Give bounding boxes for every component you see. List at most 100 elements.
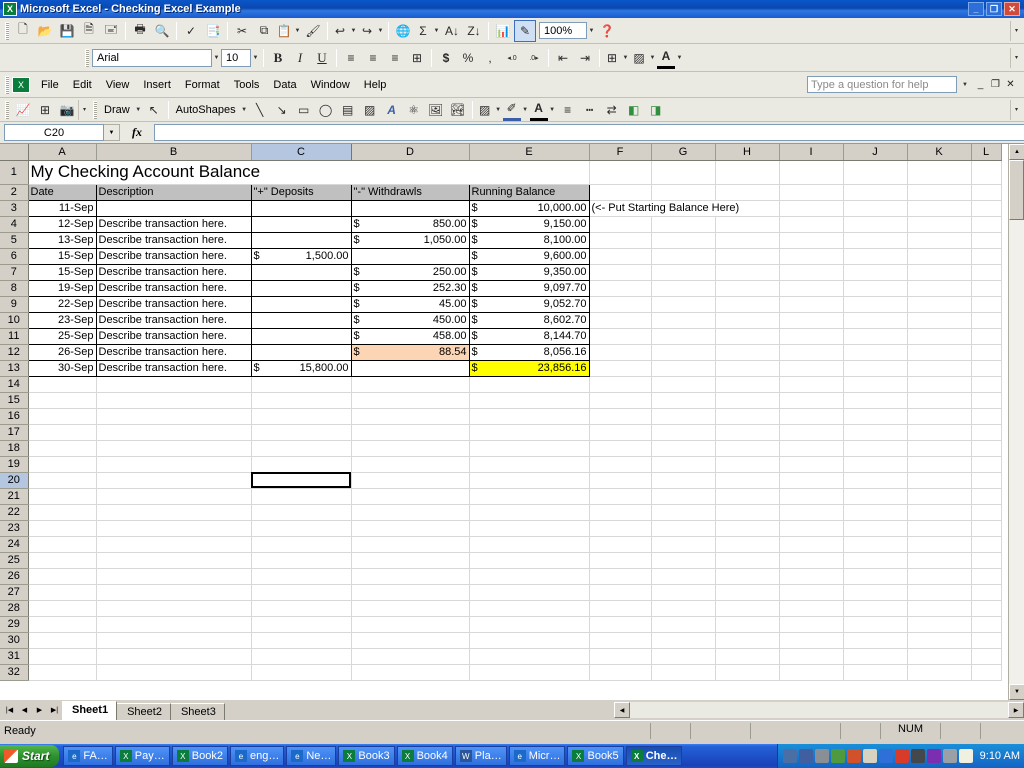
toolbar-grip[interactable]	[5, 21, 9, 40]
cell[interactable]	[251, 440, 352, 457]
cell[interactable]	[651, 216, 716, 233]
withdrawal-cell[interactable]: $250.00	[350, 263, 470, 281]
cell[interactable]	[907, 232, 972, 249]
cell[interactable]	[779, 424, 844, 441]
cell[interactable]	[779, 280, 844, 297]
cell[interactable]	[779, 440, 844, 457]
cell[interactable]	[715, 160, 780, 185]
cell[interactable]	[96, 648, 252, 665]
cell[interactable]	[651, 488, 716, 505]
cell[interactable]	[907, 568, 972, 585]
clip-art-icon[interactable]: 🖼	[425, 99, 447, 121]
cell[interactable]	[907, 160, 972, 185]
menu-grip[interactable]	[5, 75, 9, 94]
column-header-g[interactable]: G	[651, 144, 716, 161]
arrow-style-icon[interactable]: ⇄	[601, 99, 623, 121]
cell[interactable]	[843, 376, 908, 393]
deposit-cell[interactable]: $15,800.00	[250, 359, 352, 377]
cell[interactable]	[651, 440, 716, 457]
cell[interactable]	[469, 408, 590, 425]
cell[interactable]	[28, 488, 97, 505]
cell[interactable]	[779, 360, 844, 377]
cell[interactable]	[971, 536, 1002, 553]
cell[interactable]	[971, 504, 1002, 521]
cell[interactable]	[589, 296, 652, 313]
cell[interactable]	[651, 504, 716, 521]
cell[interactable]	[779, 584, 844, 601]
cell[interactable]	[907, 312, 972, 329]
cell[interactable]	[251, 424, 352, 441]
taskbar-item[interactable]: X Book2	[171, 746, 228, 766]
cell[interactable]	[715, 488, 780, 505]
italic-button[interactable]: I	[289, 47, 311, 69]
cell[interactable]	[28, 568, 97, 585]
cell[interactable]	[715, 584, 780, 601]
cell[interactable]	[96, 456, 252, 473]
cell[interactable]	[907, 504, 972, 521]
cell[interactable]	[469, 552, 590, 569]
copy-icon[interactable]: ⧉	[253, 20, 275, 42]
row-header-20[interactable]: 20	[0, 472, 29, 489]
cell[interactable]	[651, 248, 716, 265]
cell[interactable]	[589, 232, 652, 249]
menu-data[interactable]: Data	[266, 76, 303, 94]
cell[interactable]	[96, 568, 252, 585]
cell[interactable]	[715, 520, 780, 537]
cell[interactable]	[251, 568, 352, 585]
cell[interactable]	[96, 600, 252, 617]
previous-sheet-icon[interactable]: ◀	[17, 703, 32, 718]
cell[interactable]	[651, 520, 716, 537]
cell[interactable]	[351, 568, 470, 585]
cell[interactable]	[469, 664, 590, 681]
taskbar-item[interactable]: e Ne…	[286, 746, 337, 766]
cell[interactable]	[715, 360, 780, 377]
cell[interactable]	[651, 616, 716, 633]
date-cell[interactable]: 25-Sep	[27, 327, 97, 345]
line-color-icon[interactable]: ✐	[502, 99, 521, 121]
paint-icon[interactable]	[942, 749, 957, 763]
cell[interactable]	[907, 408, 972, 425]
insert-function-icon[interactable]: fx	[120, 125, 154, 140]
cell[interactable]	[971, 584, 1002, 601]
taskbar-clock[interactable]: 9:10 AM	[980, 750, 1020, 762]
row-header-10[interactable]: 10	[0, 312, 29, 329]
tab-navigation[interactable]: |◀ ◀ ▶ ▶|	[0, 703, 62, 718]
taskbar-item[interactable]: X Book5	[567, 746, 624, 766]
cell[interactable]	[651, 184, 716, 201]
deposit-cell[interactable]	[250, 343, 352, 361]
menu-view[interactable]: View	[99, 76, 137, 94]
column-label-cell[interactable]: "-" Withdrawls	[350, 183, 470, 201]
cell[interactable]	[96, 472, 252, 489]
cell[interactable]	[589, 664, 652, 681]
cell[interactable]	[96, 664, 252, 681]
cell[interactable]	[779, 248, 844, 265]
description-cell[interactable]: Describe transaction here.	[95, 231, 252, 249]
cell[interactable]	[907, 376, 972, 393]
fill-color-chevron-down-icon[interactable]: ▼	[648, 55, 657, 61]
currency-style-icon[interactable]: $	[435, 47, 457, 69]
messenger-icon[interactable]	[798, 749, 813, 763]
cell[interactable]	[589, 440, 652, 457]
hyperlink-icon[interactable]: 🌐	[392, 20, 414, 42]
doc-minimize-button[interactable]: _	[973, 78, 988, 92]
balance-cell[interactable]: $10,000.00	[468, 199, 590, 217]
toolbar-options-icon[interactable]: ▾	[1010, 47, 1022, 68]
row-header-26[interactable]: 26	[0, 568, 29, 585]
cell[interactable]	[715, 216, 780, 233]
cell[interactable]	[589, 160, 652, 185]
cell[interactable]	[779, 488, 844, 505]
cell[interactable]	[251, 632, 352, 649]
cell[interactable]	[779, 160, 844, 185]
cell[interactable]	[28, 440, 97, 457]
name-box[interactable]: C20	[4, 124, 104, 141]
formula-input[interactable]	[154, 124, 1024, 141]
scroll-right-icon[interactable]: ▶	[1008, 702, 1024, 718]
balance-cell[interactable]: $8,602.70	[468, 311, 590, 329]
cell[interactable]	[971, 568, 1002, 585]
cell[interactable]	[715, 632, 780, 649]
scroll-up-icon[interactable]: ▲	[1009, 144, 1024, 160]
balance-cell[interactable]	[469, 376, 590, 393]
cell[interactable]	[251, 584, 352, 601]
cell[interactable]	[779, 552, 844, 569]
cell[interactable]	[715, 312, 780, 329]
